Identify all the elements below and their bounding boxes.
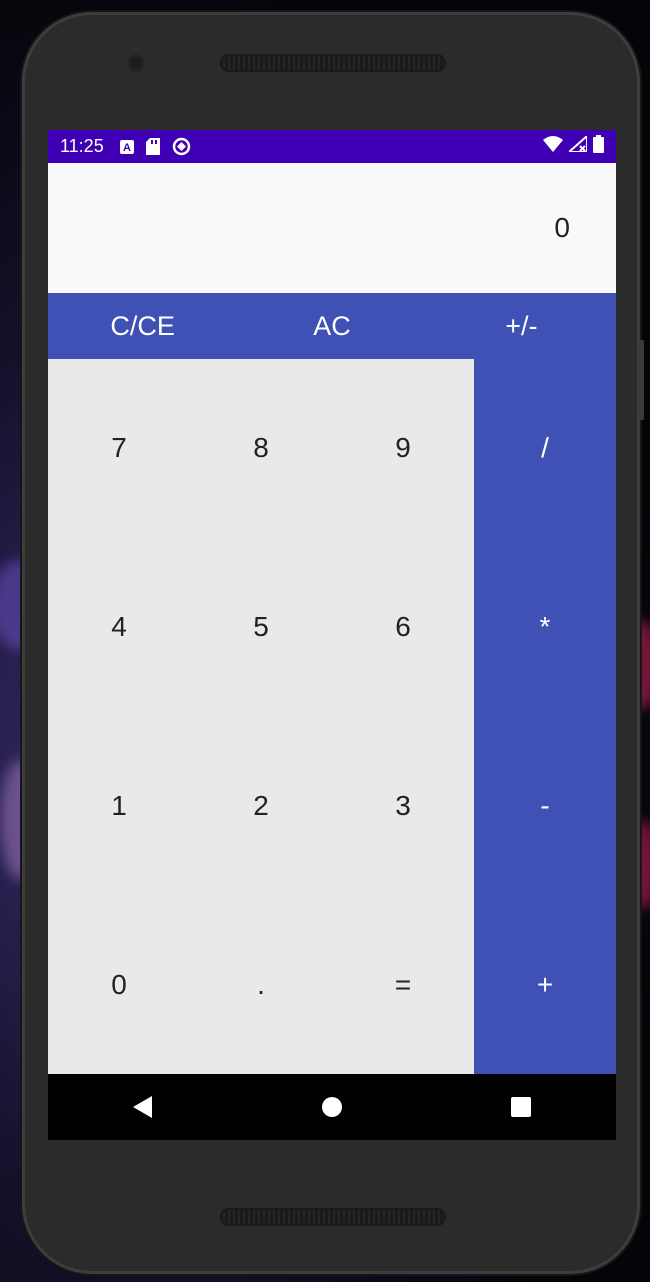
function-row: C/CE AC +/- xyxy=(48,293,616,359)
multiply-button[interactable]: * xyxy=(474,538,616,717)
clear-entry-button[interactable]: C/CE xyxy=(48,311,237,342)
sd-card-icon xyxy=(145,138,160,155)
digit-9-button[interactable]: 9 xyxy=(332,359,474,538)
all-clear-button[interactable]: AC xyxy=(237,311,426,342)
recents-icon[interactable] xyxy=(491,1082,551,1132)
digit-6-button[interactable]: 6 xyxy=(332,538,474,717)
power-button xyxy=(638,340,644,420)
device-screen: 11:25 A 0 C/CE AC +/- 7 8 9 4 5 6 1 2 3 … xyxy=(48,130,616,1140)
decimal-point-button[interactable]: . xyxy=(190,895,332,1074)
back-icon[interactable] xyxy=(113,1082,173,1132)
data-saver-icon xyxy=(172,137,191,156)
toggle-sign-button[interactable]: +/- xyxy=(427,311,616,342)
display-value: 0 xyxy=(554,212,570,243)
add-button[interactable]: + xyxy=(474,895,616,1074)
number-pad: 7 8 9 4 5 6 1 2 3 0 . = xyxy=(48,359,474,1074)
top-speaker xyxy=(220,54,446,72)
divide-button[interactable]: / xyxy=(474,359,616,538)
digit-4-button[interactable]: 4 xyxy=(48,538,190,717)
digit-7-button[interactable]: 7 xyxy=(48,359,190,538)
result-display: 0 xyxy=(48,163,616,293)
subtract-button[interactable]: - xyxy=(474,717,616,896)
keypad: 7 8 9 4 5 6 1 2 3 0 . = / * - + xyxy=(48,359,616,1074)
battery-icon xyxy=(593,135,604,158)
operator-column: / * - + xyxy=(474,359,616,1074)
wifi-icon xyxy=(543,136,563,157)
digit-1-button[interactable]: 1 xyxy=(48,717,190,896)
bottom-speaker xyxy=(220,1208,446,1226)
digit-0-button[interactable]: 0 xyxy=(48,895,190,1074)
digit-5-button[interactable]: 5 xyxy=(190,538,332,717)
digit-3-button[interactable]: 3 xyxy=(332,717,474,896)
navigation-bar xyxy=(48,1074,616,1140)
keyboard-a-icon: A xyxy=(119,139,134,155)
svg-text:A: A xyxy=(123,142,131,154)
status-right-icons xyxy=(543,133,604,158)
front-camera xyxy=(127,54,145,72)
equals-button[interactable]: = xyxy=(332,895,474,1074)
home-icon[interactable] xyxy=(302,1082,362,1132)
cell-signal-icon xyxy=(566,133,588,157)
status-bar: 11:25 A xyxy=(48,130,616,163)
status-time: 11:25 xyxy=(60,136,104,156)
digit-8-button[interactable]: 8 xyxy=(190,359,332,538)
digit-2-button[interactable]: 2 xyxy=(190,717,332,896)
